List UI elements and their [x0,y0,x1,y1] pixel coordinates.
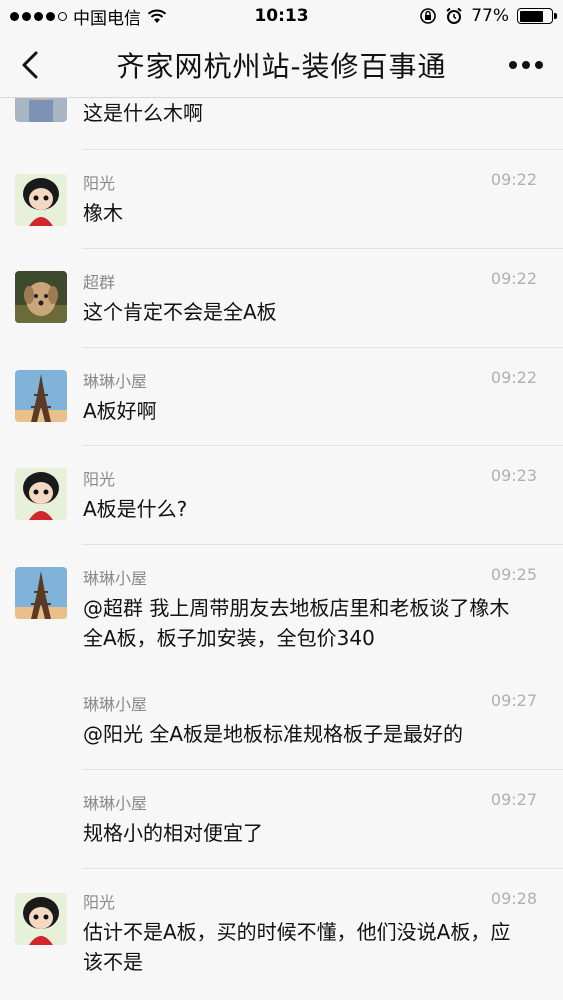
avatar[interactable] [15,567,67,619]
sender-name: 阳光 [83,893,116,912]
sender-name: 琳琳小屋 [83,569,148,588]
orientation-lock-icon [420,8,437,24]
avatar[interactable] [15,468,67,520]
message-text: 这个肯定不会是全A板 [83,300,277,324]
sender-name: 琳琳小屋 [83,695,148,714]
message-time: 09:27 [490,790,537,809]
message-item[interactable]: 这是什么木啊 [0,98,563,150]
battery-percent: 77% [471,6,509,26]
more-dots-icon [509,61,517,69]
sender-name: 琳琳小屋 [83,794,148,813]
message-time: 09:22 [490,170,537,189]
message-text: 规格小的相对便宜了 [83,821,263,845]
message-text: @超群 我上周带朋友去地板店里和老板谈了橡木全A板，板子加安装，全包价340 [83,596,510,650]
message-text: 橡木 [83,201,123,225]
message-item[interactable]: 琳琳小屋 09:25 @超群 我上周带朋友去地板店里和老板谈了橡木全A板，板子加… [0,545,563,671]
nav-bar: 齐家网杭州站-装修百事通 [0,32,563,98]
message-item[interactable]: 超群 09:22 这个肯定不会是全A板 [0,249,563,348]
message-text: A板好啊 [83,399,157,423]
message-text: A板是什么? [83,497,188,521]
message-time: 09:22 [490,269,537,288]
message-item[interactable]: 阳光 09:23 A板是什么? [0,446,563,545]
status-bar: 中国电信 10:13 77% [0,0,563,32]
avatar[interactable] [15,893,67,945]
chevron-left-icon [22,51,38,79]
message-time: 09:25 [490,565,537,584]
message-item[interactable]: 琳琳小屋 09:22 A板好啊 [0,348,563,446]
more-button[interactable] [503,50,549,80]
signal-dots-icon [10,11,67,21]
alarm-icon [446,7,462,24]
carrier-label: 中国电信 [73,8,141,29]
sender-name: 阳光 [83,174,116,193]
sender-name: 超群 [83,273,116,292]
message-time: 09:27 [490,691,537,710]
message-item[interactable]: 琳琳小屋 09:27 @阳光 全A板是地板标准规格板子是最好的 [0,671,563,770]
message-time: 09:28 [490,889,537,908]
battery-icon [517,8,557,24]
message-time: 09:23 [490,466,537,485]
message-time: 09:22 [490,368,537,387]
avatar[interactable] [15,174,67,226]
back-button[interactable] [12,46,48,84]
avatar[interactable] [15,370,67,422]
avatar[interactable] [15,271,67,323]
page-title: 齐家网杭州站-装修百事通 [116,49,447,83]
message-list[interactable]: 这是什么木啊 阳光 09:22 橡木 超群 09:22 这个肯定不会是全A板 琳… [0,98,563,1000]
message-item[interactable]: 阳光 09:28 估计不是A板，买的时候不懂，他们没说A板，应该不是 [0,869,563,1000]
wifi-icon [147,9,167,23]
message-text: @阳光 全A板是地板标准规格板子是最好的 [83,722,464,746]
message-text: 估计不是A板，买的时候不懂，他们没说A板，应该不是 [83,920,511,974]
message-item[interactable]: 琳琳小屋 09:27 规格小的相对便宜了 [0,770,563,869]
message-item[interactable]: 阳光 09:22 橡木 [0,150,563,249]
avatar[interactable] [15,98,67,122]
message-text: 这是什么木啊 [83,101,203,125]
sender-name: 琳琳小屋 [83,372,148,391]
sender-name: 阳光 [83,470,116,489]
